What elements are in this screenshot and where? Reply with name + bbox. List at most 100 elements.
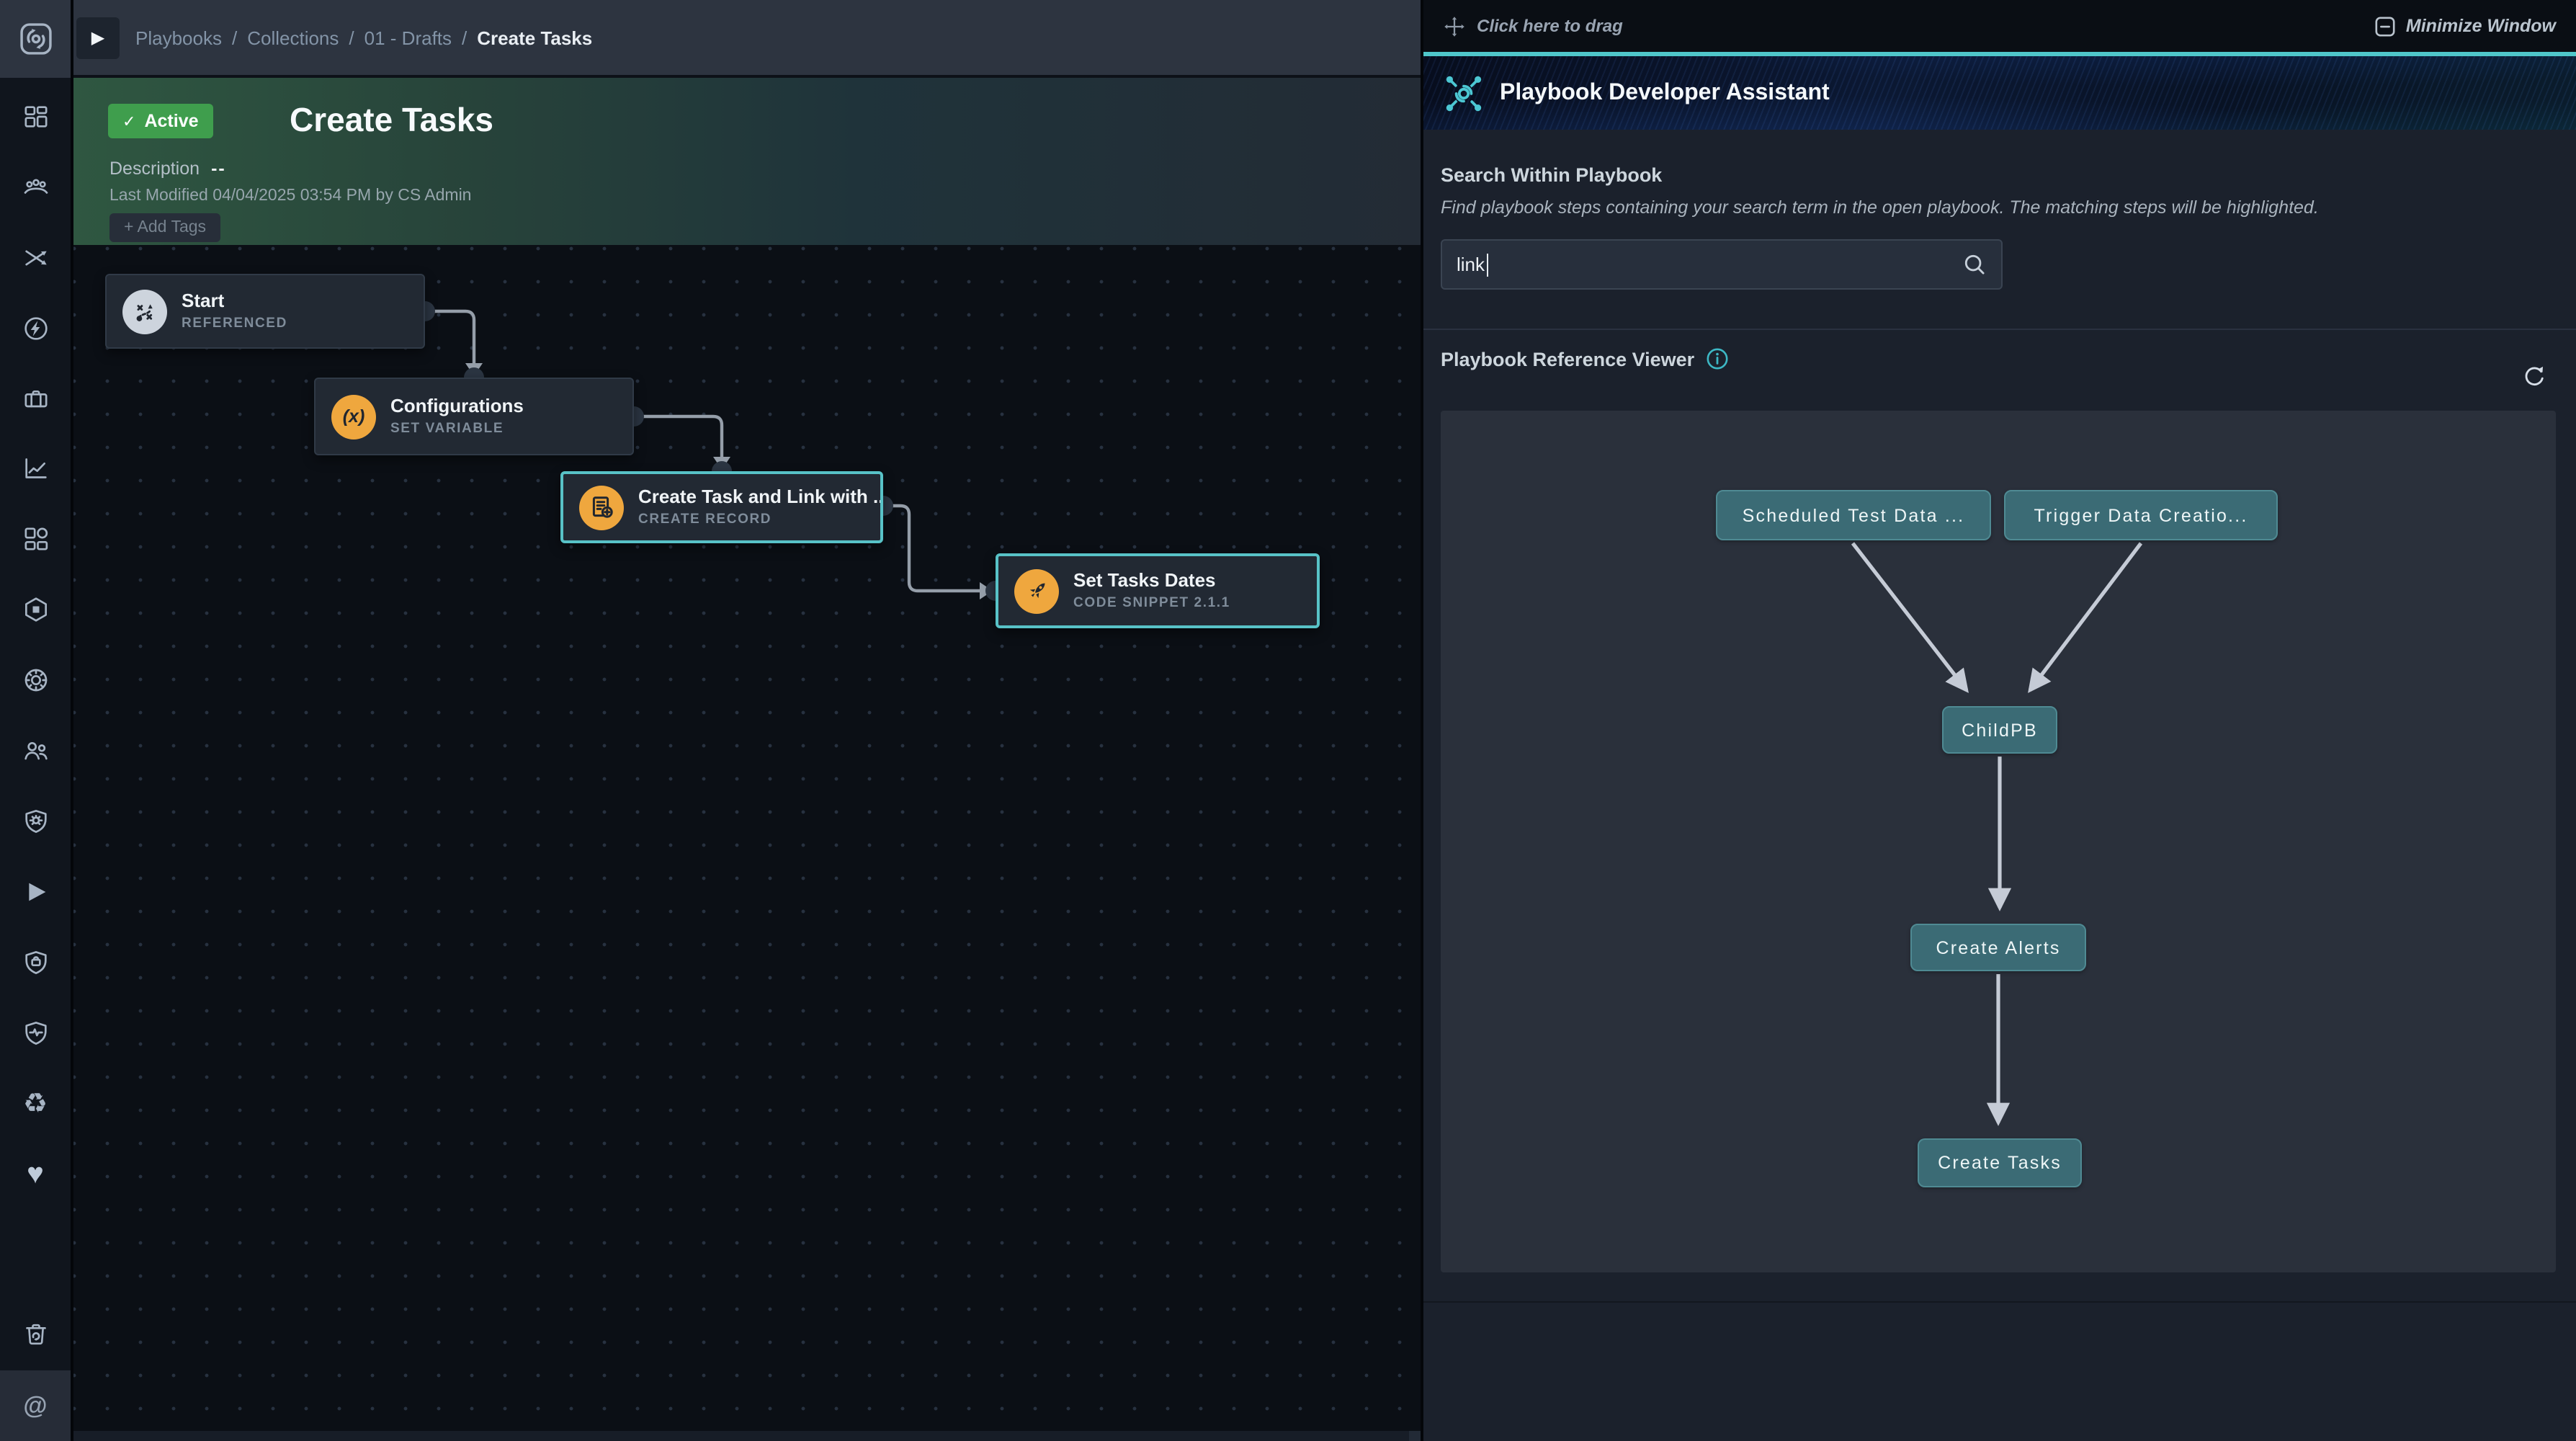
breadcrumb: Playbooks / Collections / 01 - Drafts / … bbox=[135, 27, 592, 48]
assistant-banner: Playbook Developer Assistant bbox=[1423, 56, 2576, 130]
sidebar-item-recycle[interactable]: ♻ bbox=[6, 1075, 65, 1133]
sidebar-item-shield-case[interactable] bbox=[6, 934, 65, 991]
step-node-text: Start REFERENCED bbox=[182, 290, 287, 333]
sidebar-item-users[interactable] bbox=[6, 722, 65, 780]
shield-case-icon bbox=[21, 948, 50, 977]
variable-glyph: (x) bbox=[343, 406, 365, 427]
playbook-reference-graph: Scheduled Test Data ... Trigger Data Cre… bbox=[1441, 411, 2556, 1272]
users-icon bbox=[21, 736, 50, 765]
lightning-icon bbox=[21, 314, 50, 343]
breadcrumb-current: Create Tasks bbox=[477, 27, 592, 48]
briefcase-icon bbox=[21, 385, 50, 414]
assistant-title: Playbook Developer Assistant bbox=[1500, 80, 1830, 106]
add-tags-button[interactable]: + Add Tags bbox=[109, 213, 220, 242]
step-subtitle: CREATE RECORD bbox=[638, 512, 880, 529]
sidebar-item-shield-pulse[interactable] bbox=[6, 1004, 65, 1062]
section-divider bbox=[1423, 329, 2576, 330]
canvas-horizontal-scrollbar[interactable] bbox=[73, 1431, 1421, 1441]
sidebar-item-analytics[interactable] bbox=[6, 440, 65, 497]
sidebar-item-app-logo[interactable] bbox=[0, 0, 71, 78]
check-icon: ✓ bbox=[122, 112, 135, 130]
breadcrumb-separator: / bbox=[462, 27, 467, 48]
play-icon bbox=[21, 878, 50, 906]
playbook-header: ✓ Active Create Tasks Description-- Last… bbox=[73, 78, 1421, 245]
graph-node-trigger-data-creation[interactable]: Trigger Data Creatio... bbox=[2004, 490, 2278, 540]
step-node-set-tasks-dates[interactable]: Set Tasks Dates CODE SNIPPET 2.1.1 bbox=[996, 553, 1320, 628]
sidebar-item-team[interactable] bbox=[6, 159, 65, 216]
drag-label: Click here to drag bbox=[1477, 16, 1623, 36]
text-caret bbox=[1486, 253, 1488, 276]
search-input[interactable]: link bbox=[1441, 239, 2003, 290]
playbook-developer-assistant-panel: Click here to drag Minimize Window bbox=[1423, 0, 2576, 1441]
minimize-label: Minimize Window bbox=[2406, 16, 2556, 36]
sidebar-item-package[interactable] bbox=[6, 581, 65, 638]
sidebar-item-trash[interactable] bbox=[6, 1306, 65, 1363]
team-icon bbox=[21, 173, 50, 202]
viewer-heading: Playbook Reference Viewer bbox=[1441, 348, 1694, 370]
sidebar-item-dashboard[interactable] bbox=[6, 88, 65, 146]
heart-icon: ♥ bbox=[27, 1160, 44, 1189]
assistant-logo-icon bbox=[1442, 71, 1485, 115]
sidebar-item-mention[interactable]: @ bbox=[0, 1370, 71, 1441]
minimize-window-button[interactable]: Minimize Window bbox=[2374, 15, 2556, 37]
breadcrumb-bar: ▶ Playbooks / Collections / 01 - Drafts … bbox=[73, 0, 1421, 78]
analytics-icon bbox=[21, 454, 50, 483]
graph-node-create-alerts[interactable]: Create Alerts bbox=[1910, 924, 2086, 971]
status-label: Active bbox=[144, 111, 198, 131]
step-node-text: Configurations SET VARIABLE bbox=[390, 395, 524, 438]
breadcrumb-drafts[interactable]: 01 - Drafts bbox=[365, 27, 452, 48]
sidebar-item-briefcase[interactable] bbox=[6, 370, 65, 428]
playbook-editor: ▶ Playbooks / Collections / 01 - Drafts … bbox=[73, 0, 1421, 1441]
code-snippet-rocket-icon bbox=[1014, 568, 1059, 613]
scrollbar-corner bbox=[1409, 1431, 1421, 1441]
sidebar-item-heart[interactable]: ♥ bbox=[6, 1146, 65, 1203]
shield-pulse-icon bbox=[21, 1019, 50, 1048]
info-icon[interactable] bbox=[1706, 347, 1729, 370]
play-triangle-icon: ▶ bbox=[91, 27, 104, 48]
move-icon bbox=[1444, 15, 1465, 37]
graph-node-childpb[interactable]: ChildPB bbox=[1942, 706, 2057, 754]
refresh-icon[interactable] bbox=[2521, 363, 2546, 388]
expand-run-button[interactable]: ▶ bbox=[76, 17, 120, 58]
breadcrumb-separator: / bbox=[349, 27, 354, 48]
step-subtitle: CODE SNIPPET 2.1.1 bbox=[1073, 595, 1230, 612]
sidebar: ♻ ♥ @ bbox=[0, 0, 71, 1441]
page-title: Create Tasks bbox=[290, 101, 493, 140]
last-modified-text: Last Modified 04/04/2025 03:54 PM by CS … bbox=[109, 187, 472, 205]
minimize-icon bbox=[2374, 15, 2396, 37]
workflow-canvas[interactable]: Start REFERENCED (x) Configurations SET … bbox=[73, 245, 1421, 1441]
playbook-start-icon bbox=[122, 289, 167, 334]
search-section-heading: Search Within Playbook bbox=[1441, 164, 2556, 186]
sidebar-item-play[interactable] bbox=[6, 863, 65, 921]
sidebar-item-components[interactable] bbox=[6, 510, 65, 568]
recycle-icon: ♻ bbox=[23, 1090, 48, 1117]
step-node-create-task[interactable]: Create Task and Link with ... CREATE REC… bbox=[560, 471, 883, 543]
set-variable-icon: (x) bbox=[331, 394, 376, 439]
application-window: ♻ ♥ @ ▶ Playbooks / Collections bbox=[0, 0, 2576, 1441]
shuffle-icon bbox=[21, 244, 50, 272]
breadcrumb-playbooks[interactable]: Playbooks bbox=[135, 27, 222, 48]
search-icon[interactable] bbox=[1962, 252, 1987, 277]
step-node-start[interactable]: Start REFERENCED bbox=[105, 274, 425, 349]
graph-node-create-tasks[interactable]: Create Tasks bbox=[1918, 1138, 2082, 1187]
step-title: Configurations bbox=[390, 395, 524, 419]
sidebar-item-shield-bug[interactable] bbox=[6, 793, 65, 850]
step-title: Start bbox=[182, 290, 287, 313]
step-node-configurations[interactable]: (x) Configurations SET VARIABLE bbox=[314, 378, 634, 455]
step-title: Create Task and Link with ... bbox=[638, 486, 880, 509]
step-node-text: Set Tasks Dates CODE SNIPPET 2.1.1 bbox=[1073, 569, 1230, 612]
status-badge[interactable]: ✓ Active bbox=[108, 104, 213, 138]
sidebar-item-shuffle[interactable] bbox=[6, 229, 65, 287]
sidebar-item-settings-wheel[interactable] bbox=[6, 651, 65, 709]
sidebar-item-lightning[interactable] bbox=[6, 300, 65, 357]
step-subtitle: REFERENCED bbox=[182, 316, 287, 333]
step-subtitle: SET VARIABLE bbox=[390, 421, 524, 438]
breadcrumb-collections[interactable]: Collections bbox=[247, 27, 339, 48]
breadcrumb-separator: / bbox=[232, 27, 237, 48]
window-drag-handle[interactable]: Click here to drag Minimize Window bbox=[1423, 0, 2576, 52]
description-label: Description bbox=[109, 159, 200, 179]
workflow-connectors bbox=[73, 245, 1421, 1441]
bottom-divider bbox=[1423, 1301, 2576, 1303]
graph-node-scheduled-test-data[interactable]: Scheduled Test Data ... bbox=[1716, 490, 1991, 540]
step-title: Set Tasks Dates bbox=[1073, 569, 1230, 593]
